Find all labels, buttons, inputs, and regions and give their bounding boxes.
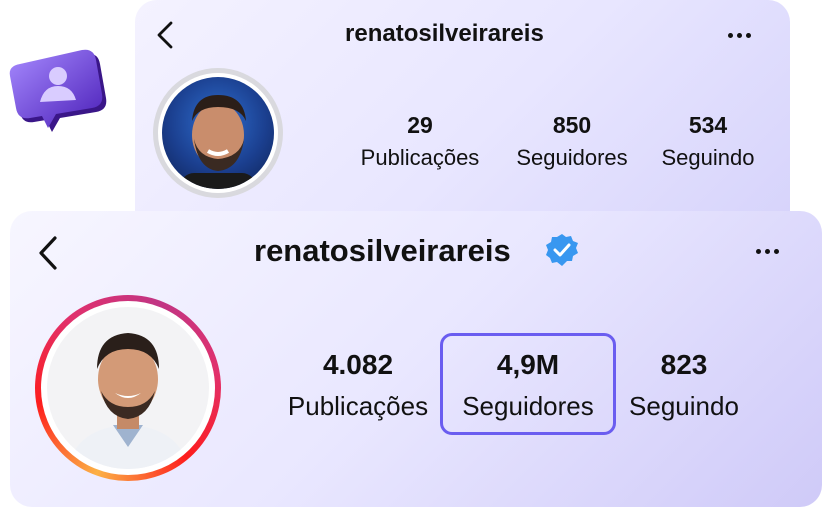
avatar[interactable] [153, 68, 283, 198]
stat-following[interactable]: 534 Seguindo [643, 112, 773, 171]
profile-photo [162, 77, 274, 189]
stat-value: 534 [688, 112, 728, 138]
stat-value: 823 [660, 349, 708, 380]
chevron-left-icon[interactable] [155, 20, 175, 50]
more-horizontal-icon[interactable] [728, 33, 751, 38]
verified-badge-icon [545, 233, 579, 267]
stat-value: 29 [407, 112, 433, 138]
stat-followers[interactable]: 4,9M Seguidores [448, 349, 608, 422]
stat-label: Publicações [287, 391, 429, 421]
profile-photo [47, 307, 209, 469]
stat-followers[interactable]: 850 Seguidores [502, 112, 642, 171]
username: renatosilveirareis [254, 233, 511, 268]
stat-value: 4.082 [322, 349, 394, 380]
stat-label: Seguindo [661, 145, 755, 170]
stat-label: Publicações [360, 145, 480, 170]
username: renatosilveirareis [345, 20, 544, 47]
stat-posts[interactable]: 4.082 Publicações [278, 349, 438, 422]
more-horizontal-icon[interactable] [756, 249, 779, 254]
chevron-left-icon[interactable] [36, 235, 60, 271]
stat-label: Seguidores [462, 391, 594, 421]
stat-label: Seguindo [629, 391, 739, 421]
avatar-story-ring[interactable] [35, 295, 221, 481]
stat-value: 4,9M [496, 349, 560, 380]
profile-card-before: renatosilveirareis 29 Publicações 850 Se… [135, 0, 790, 212]
profile-card-after: renatosilveirareis 4.082 Publicações 4,9… [10, 211, 822, 507]
user-notification-icon [8, 48, 112, 136]
stat-label: Seguidores [516, 145, 628, 170]
stat-value: 850 [552, 112, 592, 138]
stat-following[interactable]: 823 Seguindo [616, 349, 752, 422]
stat-posts[interactable]: 29 Publicações [350, 112, 490, 171]
